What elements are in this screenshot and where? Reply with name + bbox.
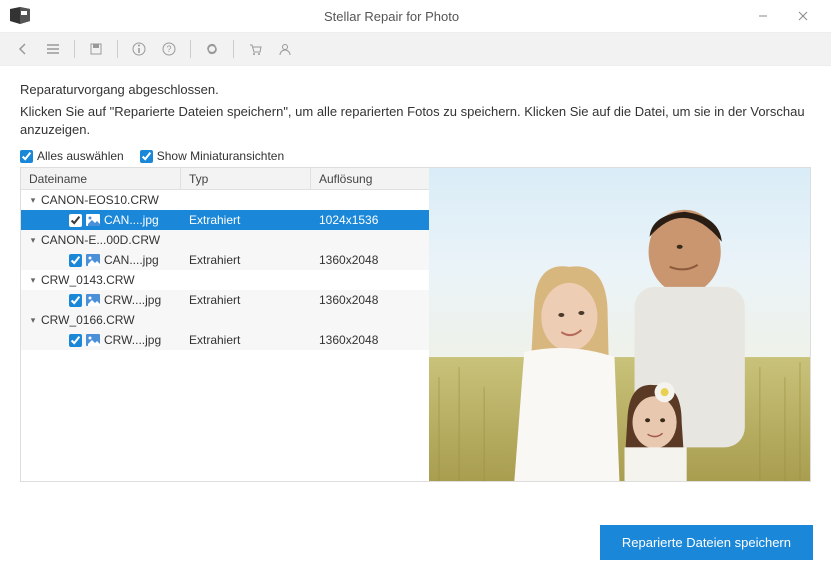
file-label: CANON-E...00D.CRW bbox=[41, 233, 160, 247]
tree-child-row[interactable]: CRW....jpg Extrahiert1360x2048 bbox=[21, 330, 429, 350]
file-type: Extrahiert bbox=[181, 333, 311, 347]
file-label: CRW....jpg bbox=[104, 333, 161, 347]
image-icon bbox=[86, 254, 100, 266]
tree-parent-row[interactable]: ▾CANON-EOS10.CRW bbox=[21, 190, 429, 210]
tree-child-row[interactable]: CRW....jpg Extrahiert1360x2048 bbox=[21, 290, 429, 310]
file-type: Extrahiert bbox=[181, 253, 311, 267]
file-label: CANON-EOS10.CRW bbox=[41, 193, 159, 207]
preview-pane bbox=[429, 168, 810, 481]
toolbar-separator bbox=[190, 40, 191, 58]
table-header: Dateiname Typ Auflösung bbox=[21, 168, 429, 190]
info-icon[interactable] bbox=[126, 36, 152, 62]
show-thumbnails-checkbox[interactable]: Show Miniaturansichten bbox=[140, 149, 284, 163]
toolbar-separator bbox=[74, 40, 75, 58]
file-resolution: 1360x2048 bbox=[311, 253, 429, 267]
help-icon[interactable]: ? bbox=[156, 36, 182, 62]
tree-parent-row[interactable]: ▾CRW_0166.CRW bbox=[21, 310, 429, 330]
file-resolution: 1024x1536 bbox=[311, 213, 429, 227]
file-checkbox[interactable] bbox=[69, 334, 82, 347]
file-label: CRW_0166.CRW bbox=[41, 313, 135, 327]
file-label: CAN....jpg bbox=[104, 213, 159, 227]
cart-icon[interactable] bbox=[242, 36, 268, 62]
tree-child-row[interactable]: CAN....jpg Extrahiert1360x2048 bbox=[21, 250, 429, 270]
svg-text:?: ? bbox=[166, 44, 171, 54]
status-subtitle: Klicken Sie auf "Reparierte Dateien spei… bbox=[20, 103, 811, 139]
expand-icon[interactable]: ▾ bbox=[27, 275, 39, 286]
toolbar: ? bbox=[0, 32, 831, 66]
expand-icon[interactable]: ▾ bbox=[27, 235, 39, 246]
column-filename[interactable]: Dateiname bbox=[21, 168, 181, 189]
file-label: CRW....jpg bbox=[104, 293, 161, 307]
toolbar-separator bbox=[233, 40, 234, 58]
file-label: CRW_0143.CRW bbox=[41, 273, 135, 287]
image-icon bbox=[86, 334, 100, 346]
menu-button[interactable] bbox=[40, 36, 66, 62]
file-checkbox[interactable] bbox=[69, 214, 82, 227]
file-checkbox[interactable] bbox=[69, 254, 82, 267]
file-resolution: 1360x2048 bbox=[311, 293, 429, 307]
column-resolution[interactable]: Auflösung bbox=[311, 168, 429, 189]
app-logo-icon bbox=[8, 6, 32, 26]
file-resolution: 1360x2048 bbox=[311, 333, 429, 347]
minimize-button[interactable] bbox=[743, 2, 783, 30]
file-label: CAN....jpg bbox=[104, 253, 159, 267]
file-tree[interactable]: Dateiname Typ Auflösung ▾CANON-EOS10.CRW… bbox=[21, 168, 429, 481]
toolbar-separator bbox=[117, 40, 118, 58]
close-button[interactable] bbox=[783, 2, 823, 30]
expand-icon[interactable]: ▾ bbox=[27, 315, 39, 326]
show-thumbnails-label: Show Miniaturansichten bbox=[157, 149, 284, 163]
image-icon bbox=[86, 294, 100, 306]
save-icon[interactable] bbox=[83, 36, 109, 62]
column-type[interactable]: Typ bbox=[181, 168, 311, 189]
tree-child-row[interactable]: CAN....jpg Extrahiert1024x1536 bbox=[21, 210, 429, 230]
user-icon[interactable] bbox=[272, 36, 298, 62]
back-button[interactable] bbox=[10, 36, 36, 62]
tree-parent-row[interactable]: ▾CANON-E...00D.CRW bbox=[21, 230, 429, 250]
select-all-checkbox[interactable]: Alles auswählen bbox=[20, 149, 124, 163]
file-checkbox[interactable] bbox=[69, 294, 82, 307]
tree-parent-row[interactable]: ▾CRW_0143.CRW bbox=[21, 270, 429, 290]
window-title: Stellar Repair for Photo bbox=[40, 9, 743, 24]
save-repaired-button[interactable]: Reparierte Dateien speichern bbox=[600, 525, 813, 560]
image-icon bbox=[86, 214, 100, 226]
select-all-label: Alles auswählen bbox=[37, 149, 124, 163]
file-type: Extrahiert bbox=[181, 213, 311, 227]
titlebar: Stellar Repair for Photo bbox=[0, 0, 831, 32]
refresh-icon[interactable] bbox=[199, 36, 225, 62]
file-type: Extrahiert bbox=[181, 293, 311, 307]
status-title: Reparaturvorgang abgeschlossen. bbox=[20, 82, 811, 97]
expand-icon[interactable]: ▾ bbox=[27, 195, 39, 206]
